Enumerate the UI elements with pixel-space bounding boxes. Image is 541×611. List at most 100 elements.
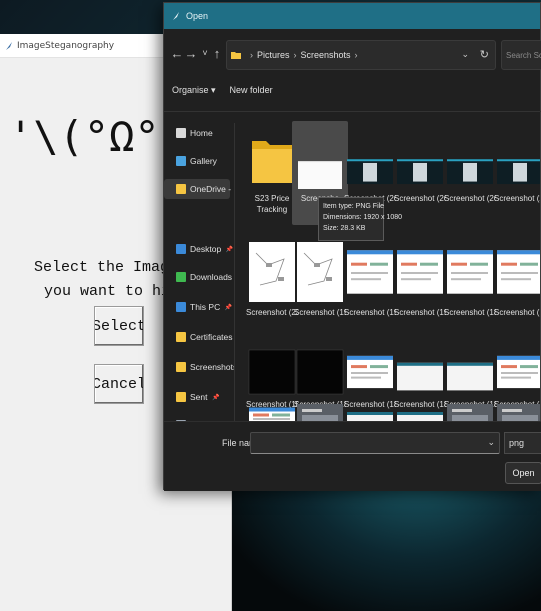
folder-icon — [248, 127, 296, 189]
file-item[interactable]: Screenshot (236) — [246, 241, 298, 333]
sidebar-item-label: Sent — [190, 392, 208, 402]
chevron-down-icon[interactable]: ⌄ — [461, 49, 469, 60]
file-name: S23 Price Tracking — [254, 194, 290, 214]
folder-icon — [176, 392, 186, 402]
navigation-pane: Home Gallery OneDrive - Perso Desktop📌 Downl… — [164, 115, 234, 425]
image-thumbnail — [446, 349, 494, 395]
forward-arrow-icon[interactable]: → — [184, 45, 198, 61]
tooltip-type: Item type: PNG File — [323, 203, 385, 210]
sidebar-item-label: Home — [190, 128, 213, 138]
image-thumbnail — [446, 127, 494, 189]
folder-icon — [176, 362, 186, 372]
sidebar-item[interactable]: This PC 📌 — [176, 297, 232, 317]
address-bar[interactable]: › Pictures › Screenshots › ⌄ ↻ — [226, 40, 496, 70]
breadcrumb-separator: › — [354, 50, 358, 60]
feather-icon — [173, 12, 179, 20]
navigation-bar: ← → ˅ ↑ › Pictures › Screenshots › ⌄ ↻ S… — [164, 37, 541, 73]
folder-icon — [231, 52, 241, 59]
file-grid: S23 Price TrackingScreenshoScreenshot (2… — [240, 113, 540, 425]
download-icon — [176, 272, 186, 282]
file-item[interactable]: Screenshot (267) — [394, 127, 446, 219]
image-thumbnail — [248, 241, 296, 303]
cloud-folder-icon — [176, 184, 186, 194]
file-name: Screenshot (265) — [494, 194, 540, 203]
refresh-icon[interactable]: ↻ — [480, 48, 489, 61]
divider — [234, 123, 235, 423]
sidebar-item[interactable]: Home — [176, 123, 213, 143]
pin-icon: 📌 — [225, 246, 234, 253]
file-name: Screenshot (267) — [394, 194, 446, 203]
file-name: Screenshot (192) — [344, 308, 396, 317]
sidebar-item-label: Screenshots — [190, 362, 234, 372]
pin-icon: 📌 — [224, 304, 233, 311]
image-thumbnail — [296, 127, 344, 189]
breadcrumb-screenshots[interactable]: Screenshots — [301, 50, 351, 60]
folder-item[interactable]: S23 Price Tracking — [248, 127, 296, 219]
image-thumbnail — [296, 241, 344, 303]
gallery-icon — [176, 156, 186, 166]
file-name: Screenshot (266) — [444, 194, 496, 203]
image-thumbnail — [396, 241, 444, 303]
file-name: Screenshot (188) — [494, 308, 540, 317]
image-thumbnail — [496, 127, 540, 189]
computer-icon — [176, 302, 186, 312]
search-input[interactable]: Search Screensh — [501, 40, 541, 70]
organise-button[interactable]: Organise ▾ — [172, 85, 216, 105]
file-item[interactable]: Screenshot (188) — [494, 241, 540, 333]
sidebar-item[interactable]: Desktop 📌 — [176, 239, 233, 259]
sidebar-item[interactable]: Gallery — [176, 151, 217, 171]
sidebar-item-label: Gallery — [190, 156, 217, 166]
dialog-footer: File name: ⌄ png Open — [164, 421, 541, 491]
open-file-dialog: Open ← → ˅ ↑ › Pictures › Screenshots › … — [163, 2, 541, 491]
file-type-select[interactable]: png — [504, 432, 541, 454]
select-button[interactable]: Select — [94, 306, 144, 346]
image-thumbnail — [446, 241, 494, 303]
image-thumbnail — [396, 349, 444, 395]
app-title: ImageSteganography — [17, 40, 115, 51]
sidebar-item-label: OneDrive - Perso — [190, 184, 234, 194]
sidebar-item[interactable]: Sent 📌 — [176, 387, 220, 407]
chevron-down-icon[interactable]: ⌄ — [487, 437, 495, 448]
file-item[interactable]: Screenshot (192) — [344, 241, 396, 333]
new-folder-button[interactable]: New folder — [230, 85, 273, 105]
breadcrumb-pictures[interactable]: Pictures — [257, 50, 290, 60]
image-thumbnail — [346, 241, 394, 303]
folder-icon — [176, 332, 186, 342]
file-item[interactable]: Screenshot (266) — [444, 127, 496, 219]
feather-icon — [6, 41, 12, 50]
image-thumbnail — [248, 349, 296, 395]
sidebar-item[interactable]: Downloads📌 — [176, 267, 232, 287]
image-thumbnail — [296, 349, 344, 395]
image-thumbnail — [346, 127, 394, 189]
file-name-input[interactable]: ⌄ — [250, 432, 500, 454]
image-thumbnail — [496, 349, 540, 395]
tooltip-dimensions: Dimensions: 1920 x 1080 — [323, 214, 402, 221]
home-icon — [176, 128, 186, 138]
file-tooltip: Item type: PNG File Dimensions: 1920 x 1… — [318, 197, 402, 241]
divider — [164, 111, 541, 112]
back-arrow-icon[interactable]: ← — [170, 45, 184, 61]
breadcrumb-separator: › — [293, 50, 297, 60]
image-thumbnail — [396, 127, 444, 189]
sidebar-item[interactable]: OneDrive - Perso — [164, 179, 234, 199]
file-item[interactable]: Screenshot (190) — [394, 241, 446, 333]
dialog-titlebar: Open — [164, 3, 540, 29]
sidebar-item[interactable]: Certificates📌 — [176, 327, 233, 347]
sidebar-item[interactable]: Screenshots📌 — [176, 357, 234, 377]
sidebar-item-label: Certificates — [190, 332, 233, 342]
command-bar: Organise ▾ New folder — [172, 85, 273, 105]
sidebar-item-label: Downloads — [190, 272, 233, 282]
file-item[interactable]: Screenshot (194) — [294, 241, 346, 333]
cancel-button[interactable]: Cancel — [94, 364, 144, 404]
open-button[interactable]: Open — [505, 462, 541, 484]
sidebar-item-label: This PC — [190, 302, 221, 312]
file-item[interactable]: Screenshot (189) — [444, 241, 496, 333]
dialog-title: Open — [186, 11, 209, 21]
image-thumbnail — [346, 349, 394, 395]
file-item[interactable]: Screenshot (265) — [494, 127, 540, 219]
file-name: Screenshot (189) — [444, 308, 496, 317]
file-name: Screenshot (190) — [394, 308, 446, 317]
up-arrow-icon[interactable]: ↑ — [210, 45, 224, 61]
file-name: Screenshot (194) — [294, 308, 346, 317]
pin-icon: 📌 — [212, 394, 220, 401]
